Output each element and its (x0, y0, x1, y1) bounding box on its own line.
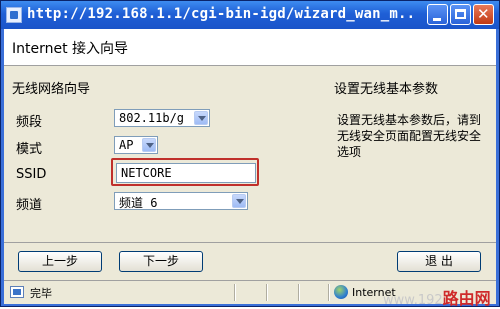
maximize-button[interactable] (450, 4, 471, 25)
next-button[interactable]: 下一步 (119, 251, 203, 272)
channel-label: 频道 (16, 198, 43, 213)
chevron-down-icon[interactable] (142, 138, 156, 152)
mode-select[interactable]: AP (114, 136, 158, 154)
page-title: Internet 接入向导 (12, 41, 129, 57)
internet-zone-icon (334, 285, 348, 299)
maximize-icon (455, 9, 466, 19)
status-divider (298, 284, 300, 301)
close-icon: ✕ (477, 5, 490, 23)
channel-value: 频道 6 (119, 196, 158, 210)
status-divider (328, 284, 330, 301)
ie-page-icon (6, 7, 22, 23)
status-text: 完毕 (30, 287, 52, 300)
close-button[interactable]: ✕ (473, 4, 494, 25)
ssid-highlight-box (111, 158, 259, 186)
channel-select[interactable]: 频道 6 (114, 192, 248, 210)
watermark: www.192路由网 (383, 285, 491, 309)
section-title: 无线网络向导 (12, 82, 91, 97)
minimize-icon (433, 18, 441, 21)
chevron-down-icon[interactable] (232, 194, 246, 208)
watermark-prefix: www.192 (383, 293, 443, 308)
status-divider (266, 284, 268, 301)
status-divider (234, 284, 236, 301)
ssid-label: SSID (16, 167, 47, 182)
chevron-down-icon[interactable] (194, 111, 208, 125)
wizard-header: Internet 接入向导 (4, 29, 496, 66)
mode-value: AP (119, 138, 134, 152)
wizard-panel: 无线网络向导 频段 802.11b/g 模式 AP SSID NETCORE 频… (4, 66, 496, 242)
page-content: Internet 接入向导 无线网络向导 频段 802.11b/g 模式 AP … (4, 29, 496, 304)
minimize-button[interactable] (427, 4, 448, 25)
help-title: 设置无线基本参数 (334, 82, 439, 97)
band-select[interactable]: 802.11b/g (114, 109, 210, 127)
page-done-icon (10, 286, 24, 298)
band-label: 频段 (16, 115, 43, 130)
band-value: 802.11b/g (119, 111, 185, 125)
watermark-text: 路由网 (442, 289, 491, 308)
exit-button[interactable]: 退 出 (397, 251, 481, 272)
window-title: http://192.168.1.1/cgi-bin-igd/wizard_wa… (27, 6, 417, 22)
title-bar[interactable]: http://192.168.1.1/cgi-bin-igd/wizard_wa… (1, 1, 499, 29)
help-description: 设置无线基本参数后，请到无线安全页面配置无线安全选项 (337, 113, 482, 159)
button-bar: 上一步 下一步 退 出 (4, 242, 496, 279)
browser-window: http://192.168.1.1/cgi-bin-igd/wizard_wa… (0, 0, 500, 307)
mode-label: 模式 (16, 142, 43, 157)
prev-button[interactable]: 上一步 (18, 251, 102, 272)
